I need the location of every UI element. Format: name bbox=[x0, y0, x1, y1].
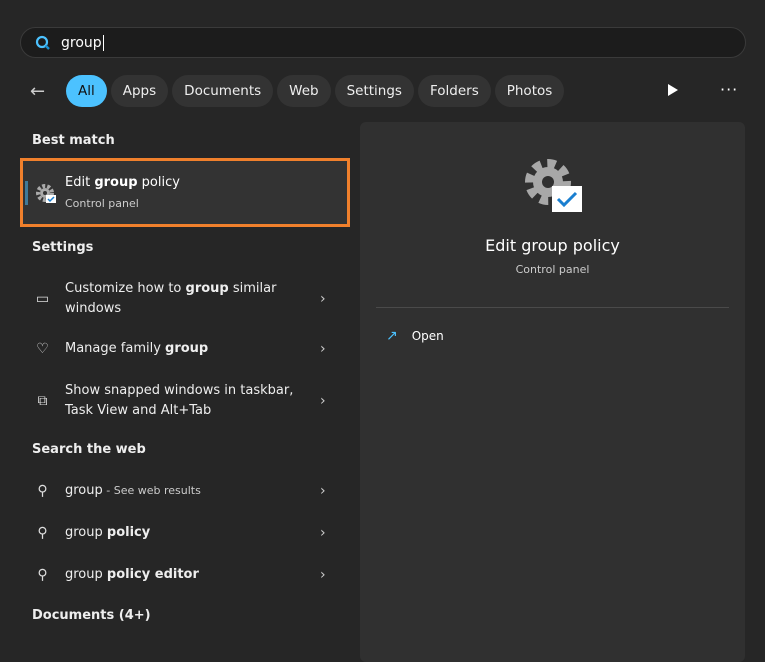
preview-title: Edit group policy bbox=[485, 236, 620, 255]
preview-pane: Edit group policy Control panel ↗ Open bbox=[360, 122, 745, 662]
item-bold: policy editor bbox=[106, 567, 199, 582]
settings-item-group-windows[interactable]: ▭ Customize how to group similar windows… bbox=[20, 278, 350, 320]
gear-check-icon bbox=[525, 159, 582, 212]
gear-check-icon bbox=[36, 184, 56, 203]
documents-header: Documents (4+) bbox=[32, 608, 151, 623]
play-icon[interactable] bbox=[668, 84, 678, 96]
settings-item-snapped-windows[interactable]: ⧉ Show snapped windows in taskbar, Task … bbox=[20, 380, 350, 422]
open-label: Open bbox=[411, 329, 444, 343]
filter-all[interactable]: All bbox=[66, 75, 107, 107]
settings-header: Settings bbox=[32, 240, 94, 255]
heart-family-icon: ♡ bbox=[36, 341, 49, 357]
chevron-right-icon: › bbox=[320, 525, 326, 541]
search-icon bbox=[35, 35, 50, 50]
back-arrow-icon[interactable]: ← bbox=[30, 81, 60, 102]
filter-apps[interactable]: Apps bbox=[110, 75, 169, 107]
item-text: Customize how to bbox=[65, 281, 186, 296]
more-options-icon[interactable]: ··· bbox=[720, 80, 738, 99]
filter-settings[interactable]: Settings bbox=[334, 75, 414, 107]
chevron-right-icon: › bbox=[320, 393, 326, 409]
open-external-icon: ↗ bbox=[386, 328, 398, 344]
filter-web[interactable]: Web bbox=[277, 75, 331, 107]
chevron-right-icon: › bbox=[320, 567, 326, 583]
chevron-right-icon: › bbox=[320, 483, 326, 499]
filter-photos[interactable]: Photos bbox=[494, 75, 565, 107]
web-header: Search the web bbox=[32, 442, 146, 457]
search-query[interactable]: group bbox=[61, 34, 104, 51]
best-title-bold: group bbox=[94, 175, 138, 190]
web-item-group-policy[interactable]: ⚲ group policy › bbox=[20, 522, 350, 544]
open-action[interactable]: ↗ Open bbox=[386, 328, 444, 344]
chevron-right-icon: › bbox=[320, 291, 326, 307]
web-item-group[interactable]: ⚲ group - See web results › bbox=[20, 480, 350, 502]
filter-documents[interactable]: Documents bbox=[172, 75, 274, 107]
best-match-header: Best match bbox=[32, 133, 115, 148]
item-text: Show snapped windows in taskbar, Task Vi… bbox=[65, 383, 294, 418]
preview-subtitle: Control panel bbox=[515, 263, 590, 276]
snap-windows-icon: ⧉ bbox=[37, 393, 48, 409]
search-icon: ⚲ bbox=[37, 567, 48, 583]
search-icon: ⚲ bbox=[37, 525, 48, 541]
item-text: group bbox=[65, 525, 107, 540]
web-item-group-policy-editor[interactable]: ⚲ group policy editor › bbox=[20, 564, 350, 586]
chevron-right-icon: › bbox=[320, 341, 326, 357]
item-bold: policy bbox=[106, 525, 151, 540]
search-input[interactable]: group bbox=[20, 27, 746, 58]
item-bold: group bbox=[185, 281, 229, 296]
divider bbox=[376, 307, 729, 308]
item-bold: group bbox=[165, 341, 209, 356]
search-icon: ⚲ bbox=[37, 483, 48, 499]
item-hint: - See web results bbox=[102, 484, 201, 497]
item-text: Manage family bbox=[65, 341, 166, 356]
best-match-item[interactable]: Edit group policy Control panel bbox=[20, 158, 350, 227]
settings-item-family-group[interactable]: ♡ Manage family group › bbox=[20, 338, 350, 360]
best-title-pre: Edit bbox=[65, 175, 95, 190]
selection-indicator bbox=[25, 181, 28, 205]
best-title-post: policy bbox=[137, 175, 180, 190]
best-subtitle: Control panel bbox=[65, 197, 139, 210]
item-text: group bbox=[65, 567, 107, 582]
filter-folders[interactable]: Folders bbox=[417, 75, 491, 107]
monitor-icon: ▭ bbox=[35, 291, 50, 307]
filter-bar: ← All Apps Documents Web Settings Folder… bbox=[30, 75, 565, 107]
item-text: group bbox=[65, 483, 103, 498]
